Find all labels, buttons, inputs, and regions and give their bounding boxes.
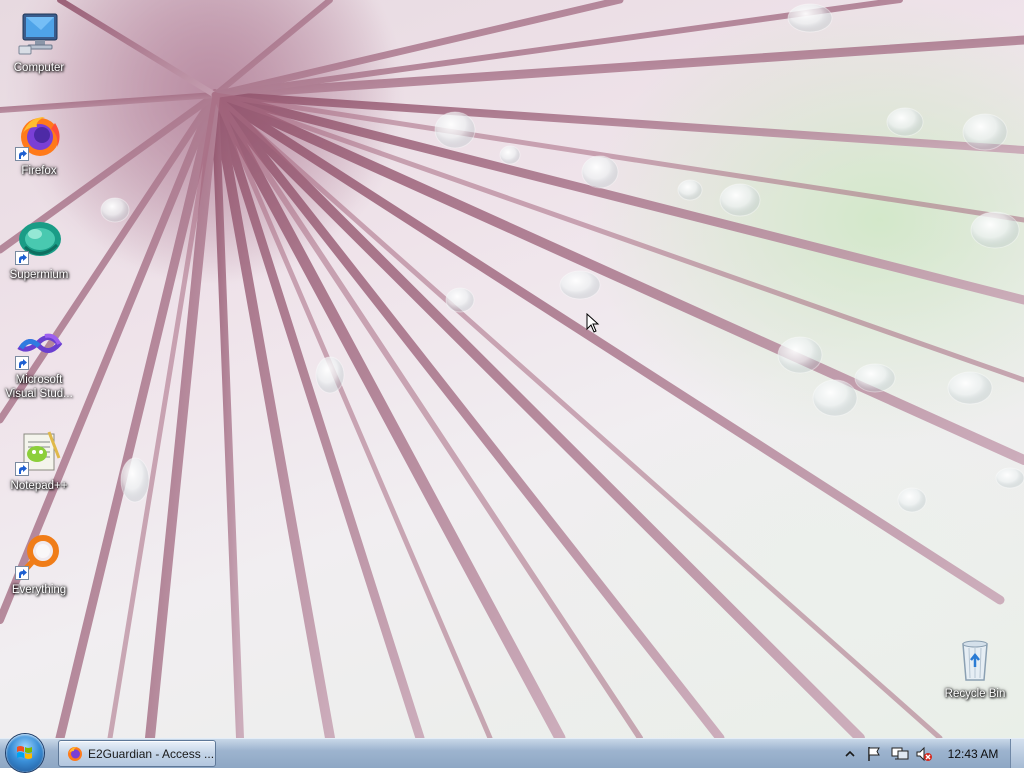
shortcut-arrow-icon (15, 251, 29, 265)
firefox-icon (68, 747, 82, 761)
desktop-icon-label: Firefox (21, 165, 57, 177)
recycle-bin-icon (951, 636, 999, 684)
desktop-icon-notepad-plus-plus[interactable]: Notepad++ (1, 428, 77, 493)
windows-start-orb-icon (17, 746, 32, 759)
shortcut-arrow-icon (15, 566, 29, 580)
computer-icon (15, 10, 63, 58)
desktop-icon-label: Recycle Bin (944, 688, 1006, 700)
desktop-icon-label: Notepad++ (10, 480, 68, 492)
taskbar: E2Guardian - Access ... 12:43 AM (0, 734, 1024, 772)
supermium-icon (15, 217, 63, 265)
desktop-icon-computer[interactable]: Computer (1, 10, 77, 75)
taskbar-button-label: E2Guardian - Access ... (88, 747, 215, 761)
desktop-icon-label: Everything (11, 584, 67, 596)
desktop[interactable]: Computer Firefox Supermium Microsoft Vis… (0, 0, 1024, 738)
shortcut-arrow-icon (15, 147, 29, 161)
desktop-icon-label: Supermium (9, 269, 69, 281)
desktop-icon-supermium[interactable]: Supermium (1, 217, 77, 282)
desktop-icon-recycle-bin[interactable]: Recycle Bin (937, 636, 1013, 701)
shortcut-arrow-icon (15, 356, 29, 370)
notepad-plus-plus-icon (15, 428, 63, 476)
volume-muted-icon[interactable] (915, 746, 933, 762)
show-hidden-icons-chevron[interactable] (845, 750, 855, 758)
desktop-icon-everything[interactable]: Everything (1, 532, 77, 597)
desktop-icon-visual-studio[interactable]: Microsoft Visual Stud... (1, 322, 77, 401)
everything-search-icon (15, 532, 63, 580)
wallpaper (0, 0, 1024, 738)
action-center-flag-icon[interactable] (866, 746, 882, 762)
firefox-icon (15, 113, 63, 161)
show-desktop-button[interactable] (1010, 739, 1024, 768)
desktop-icon-firefox[interactable]: Firefox (1, 113, 77, 178)
network-icon[interactable] (891, 746, 909, 762)
taskbar-button-firefox[interactable]: E2Guardian - Access ... (58, 740, 216, 767)
visual-studio-icon (15, 322, 63, 370)
start-button[interactable] (6, 734, 44, 772)
mouse-cursor-icon (586, 313, 600, 333)
desktop-icon-label: Microsoft Visual Stud... (5, 374, 73, 400)
system-clock[interactable]: 12:43 AM (940, 747, 1006, 761)
shortcut-arrow-icon (15, 462, 29, 476)
desktop-icon-label: Computer (13, 62, 65, 74)
